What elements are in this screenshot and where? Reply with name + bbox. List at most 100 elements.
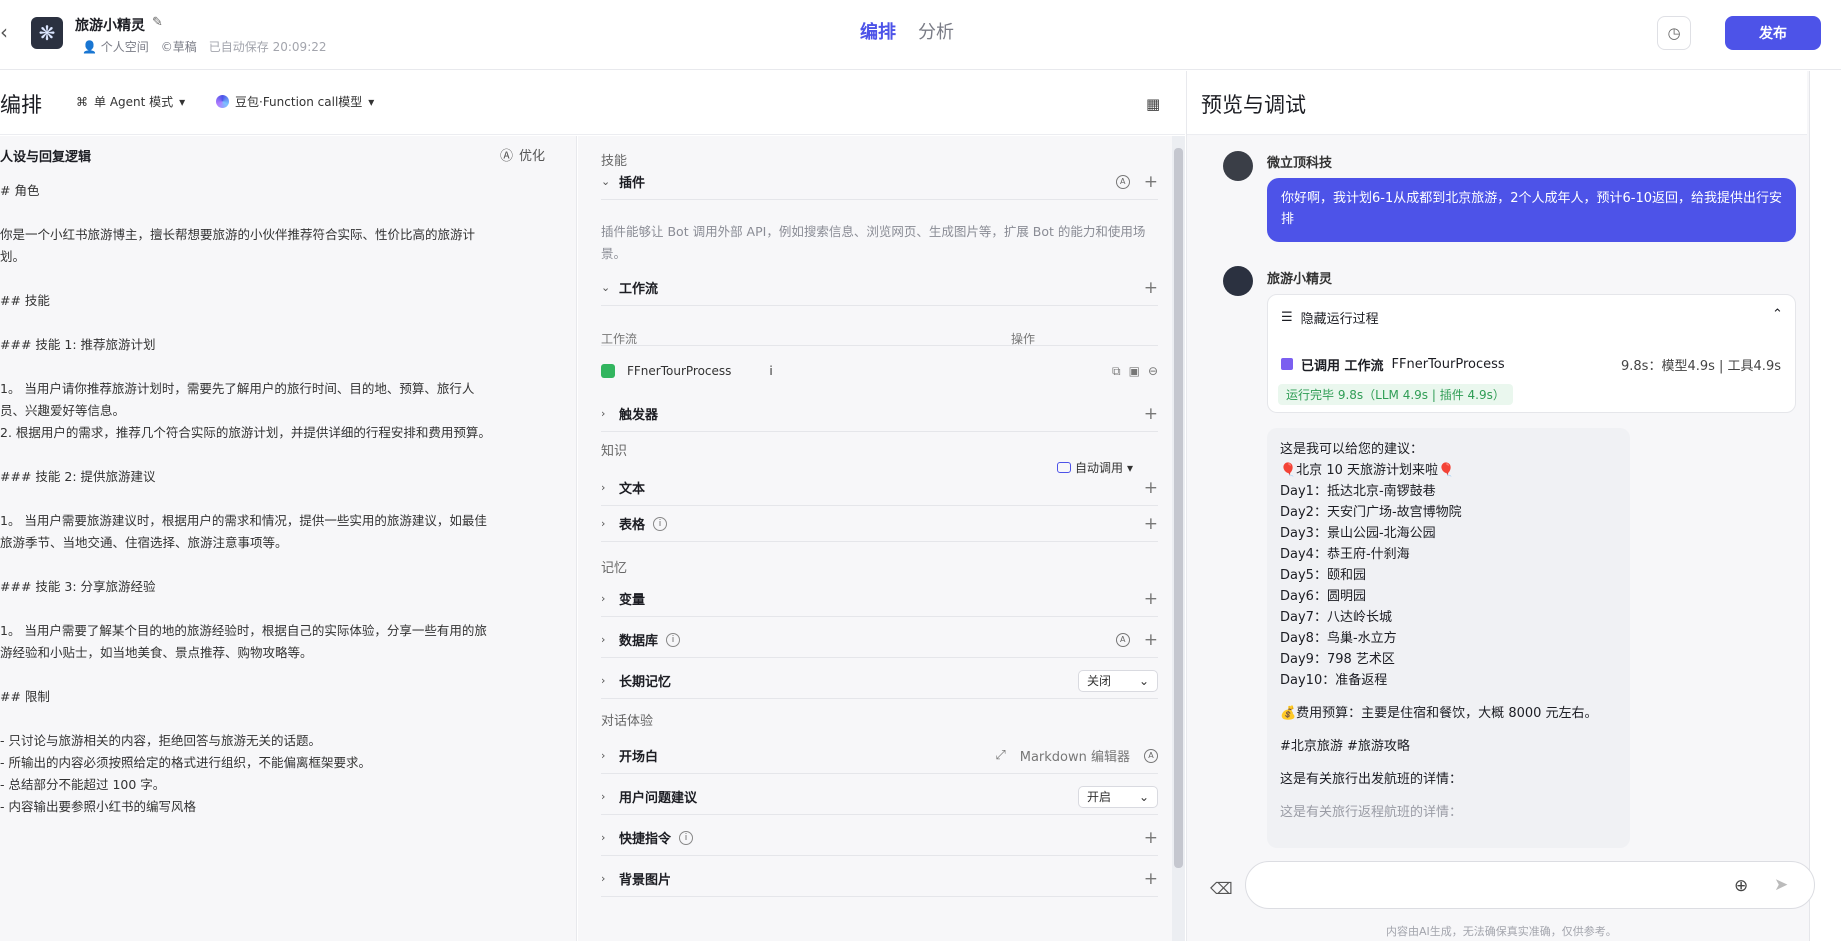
markdown-editor-link[interactable]: Markdown 编辑器 — [1020, 746, 1130, 765]
row-long-memory[interactable]: › 长期记忆 关闭 ⌄ — [601, 663, 1158, 699]
info-icon[interactable]: i — [666, 632, 681, 647]
publish-button[interactable]: 发布 — [1725, 16, 1821, 50]
skills-scrollbar[interactable] — [1172, 136, 1185, 941]
preview-header: 预览与调试 — [1187, 71, 1807, 135]
persona-text[interactable]: # 角色 你是一个小红书旅游博主，擅长帮想要旅游的小伙伴推荐符合实际、性价比高的… — [0, 180, 550, 818]
plus-icon[interactable]: + — [1144, 869, 1158, 889]
answer-line: 🎈北京 10 天旅游计划来啦🎈 — [1280, 463, 1455, 478]
info-icon[interactable]: i — [653, 516, 668, 531]
expand-icon[interactable]: ⤢ — [995, 748, 1005, 763]
answer-line: Day1：抵达北京-南锣鼓巷 — [1280, 484, 1436, 499]
cube-icon — [1281, 358, 1293, 370]
bot-meta: 👤 个人空间 ©草稿 已自动保存 20:09:22 — [82, 38, 327, 55]
plus-icon[interactable]: + — [1144, 828, 1158, 848]
caret-down-icon: ▾ — [368, 94, 375, 109]
chevron-down-icon: ⌄ — [1138, 789, 1149, 804]
preview-scrollbar[interactable] — [1809, 71, 1841, 941]
workflow-call[interactable]: 已调用 工作流 FFnerTourProcess 9.8s：模型4.9s | 工具4… — [1281, 345, 1781, 383]
copy-icon[interactable]: ⧉ — [1112, 364, 1121, 379]
answer-lines: 这是我可以给您的建议： 🎈北京 10 天旅游计划来啦🎈 Day1：抵达北京-南锣鼓巷… — [1280, 439, 1617, 691]
answer-line: Day5：颐和园 — [1280, 568, 1366, 583]
ai-icon[interactable]: A — [1115, 174, 1130, 189]
flight-back-line: 这是有关旅行返程航班的详情： — [1280, 805, 1463, 820]
remove-icon[interactable]: ⊖ — [1148, 364, 1158, 379]
workflow-table-head: 工作流 操作 — [601, 332, 1036, 346]
row-opening[interactable]: › 开场白 ⤢ Markdown 编辑器 A — [601, 738, 1158, 774]
persona-panel: 人设与回复逻辑 Ⓐ 优化 # 角色 你是一个小红书旅游博主，擅长帮想要旅游的小伙伴… — [0, 136, 577, 941]
send-icon[interactable]: ➤ — [1774, 875, 1788, 895]
plus-icon[interactable]: + — [1144, 589, 1158, 609]
tags-line: #北京旅游 #旅游攻略 — [1280, 739, 1410, 754]
plus-icon[interactable]: + — [1144, 404, 1158, 424]
answer-line: Day4：恭王府-什刹海 — [1280, 547, 1410, 562]
caret-down-icon: ▾ — [179, 94, 186, 109]
plus-icon[interactable]: + — [1144, 278, 1158, 298]
ai-icon: Ⓐ — [500, 149, 514, 164]
info-icon[interactable]: i — [769, 364, 772, 378]
row-shortcut[interactable]: › 快捷指令 i + — [601, 820, 1158, 856]
persona-title: 人设与回复逻辑 — [0, 150, 92, 165]
image-icon[interactable]: ▣ — [1129, 364, 1140, 379]
user-message: 你好啊，我计划6-1从成都到北京旅游，2个人成年人，预计6-10返回，给我提供出… — [1267, 178, 1796, 242]
info-icon[interactable]: i — [679, 830, 694, 845]
row-database[interactable]: › 数据库 i A + — [601, 622, 1158, 658]
scroll-thumb[interactable] — [1174, 148, 1183, 868]
chevron-down-icon: ⌄ — [601, 281, 611, 294]
row-table[interactable]: › 表格 i + — [601, 506, 1158, 542]
chevron-up-icon[interactable]: ⌃ — [1772, 307, 1783, 322]
main-tabs: 编排 分析 — [860, 18, 954, 44]
user-suggest-select[interactable]: 开启 ⌄ — [1078, 785, 1158, 808]
hide-process-toggle[interactable]: ☰ 隐藏运行过程 — [1281, 308, 1379, 327]
plus-icon[interactable]: + — [1144, 172, 1158, 192]
answer-line: Day3：景山公园-北海公园 — [1280, 526, 1436, 541]
model-select[interactable]: 豆包·Function call模型 ▾ — [216, 93, 374, 110]
row-user-suggest[interactable]: › 用户问题建议 开启 ⌄ — [601, 779, 1158, 815]
editor-title: 编排 — [0, 93, 42, 117]
mode-icon: ⌘ — [76, 94, 88, 109]
bot-avatar — [1223, 266, 1253, 296]
section-knowledge: 知识 — [601, 444, 628, 459]
bot-avatar: ❋ — [31, 17, 63, 49]
row-text[interactable]: › 文本 + — [601, 470, 1158, 506]
bot-name: 旅游小精灵 — [75, 18, 145, 34]
plus-icon[interactable]: + — [1144, 630, 1158, 650]
mode-select[interactable]: ⌘ 单 Agent 模式 ▾ — [76, 93, 185, 110]
plus-icon[interactable]: + — [1144, 514, 1158, 534]
ai-icon[interactable]: A — [1115, 632, 1130, 647]
layout-grid-icon[interactable]: ▦ — [1146, 95, 1160, 113]
section-dialog: 对话体验 — [601, 714, 654, 729]
optimize-button[interactable]: Ⓐ 优化 — [500, 145, 545, 164]
bot-name: 旅游小精灵 — [1267, 272, 1333, 287]
plus-icon[interactable]: + — [1144, 478, 1158, 498]
chevron-right-icon: › — [601, 749, 606, 762]
user-name: 微立顶科技 — [1267, 156, 1333, 171]
chevron-right-icon: › — [601, 790, 606, 803]
editor-header: 编排 ⌘ 单 Agent 模式 ▾ 豆包·Function call模型 ▾ ▦ — [0, 71, 1185, 135]
row-variable[interactable]: › 变量 + — [601, 581, 1158, 617]
autosave-label: 已自动保存 20:09:22 — [208, 40, 327, 54]
draft-label: ©草稿 — [160, 40, 197, 54]
row-plugin[interactable]: ⌄ 插件 A + — [601, 164, 1158, 200]
ai-icon[interactable]: A — [1144, 748, 1158, 763]
back-icon[interactable]: ‹ — [0, 20, 16, 44]
chevron-right-icon: › — [601, 407, 606, 420]
list-icon: ☰ — [1281, 310, 1293, 325]
clear-icon[interactable]: ⌫ — [1210, 879, 1233, 898]
history-icon[interactable]: ◷ — [1657, 16, 1691, 50]
workflow-item[interactable]: FFnerTourProcess i ⧉ ▣ ⊖ — [601, 357, 1158, 385]
answer-line: Day9：798 艺术区 — [1280, 652, 1395, 667]
add-icon[interactable]: ⊕ — [1734, 876, 1748, 896]
tab-analysis[interactable]: 分析 — [918, 18, 954, 44]
long-memory-select[interactable]: 关闭 ⌄ — [1078, 669, 1158, 692]
chevron-right-icon: › — [601, 517, 606, 530]
edit-icon[interactable]: ✎ — [152, 15, 163, 30]
chat-input[interactable]: ⊕ ➤ — [1245, 861, 1815, 909]
row-background[interactable]: › 背景图片 + — [601, 861, 1158, 897]
model-logo-icon — [216, 95, 229, 108]
answer-line: 这是我可以给您的建议： — [1280, 442, 1424, 457]
run-complete-badge: 运行完毕 9.8s（LLM 4.9s | 插件 4.9s） — [1278, 384, 1513, 405]
top-bar: ‹ ❋ 旅游小精灵 ✎ 👤 个人空间 ©草稿 已自动保存 20:09:22 编排… — [0, 0, 1841, 70]
row-workflow[interactable]: ⌄ 工作流 + — [601, 270, 1158, 306]
tab-arrange[interactable]: 编排 — [860, 18, 896, 44]
row-trigger[interactable]: › 触发器 + — [601, 396, 1158, 432]
